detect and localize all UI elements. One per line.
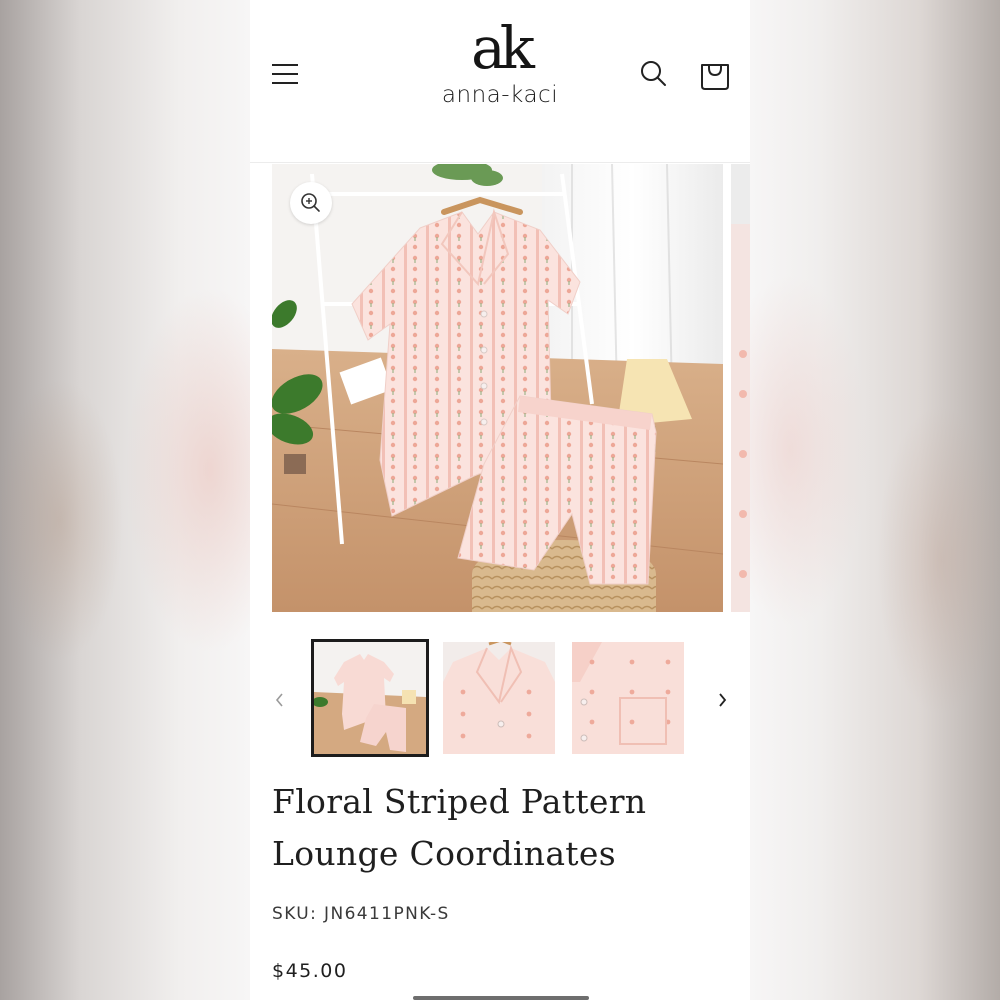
product-title-line-2: Lounge Coordinates [272, 834, 616, 873]
thumbnail-1[interactable] [311, 639, 429, 757]
product-title: Floral Striped Pattern Lounge Coordinate… [272, 776, 732, 880]
background-blur-left [0, 0, 250, 1000]
search-icon[interactable] [638, 58, 670, 90]
home-indicator [413, 996, 589, 1000]
chevron-right-icon[interactable] [714, 690, 730, 710]
zoom-in-icon[interactable] [290, 182, 332, 224]
site-header: ak anna-kaci [250, 0, 750, 163]
product-gallery[interactable] [272, 164, 750, 612]
background-blur-right [750, 0, 1000, 1000]
product-price: $45.00 [272, 960, 348, 982]
next-image-peek[interactable] [731, 164, 750, 612]
hamburger-menu-icon[interactable] [270, 58, 300, 90]
thumbnail-2[interactable] [443, 642, 555, 754]
product-sku: SKU: JN6411PNK-S [272, 904, 450, 924]
chevron-left-icon[interactable] [272, 690, 288, 710]
product-main-image[interactable] [272, 164, 723, 612]
logo-wordmark: anna-kaci [441, 82, 559, 108]
mobile-page: ak anna-kaci Floral Striped Pattern Loun… [250, 0, 750, 1000]
product-title-line-1: Floral Striped Pattern [272, 782, 647, 821]
thumbnail-strip [250, 638, 750, 762]
thumbnail-3[interactable] [572, 642, 684, 754]
logo-mark: ak [471, 14, 535, 82]
shopping-bag-icon[interactable] [698, 56, 732, 92]
brand-logo[interactable]: ak anna-kaci [420, 18, 580, 128]
